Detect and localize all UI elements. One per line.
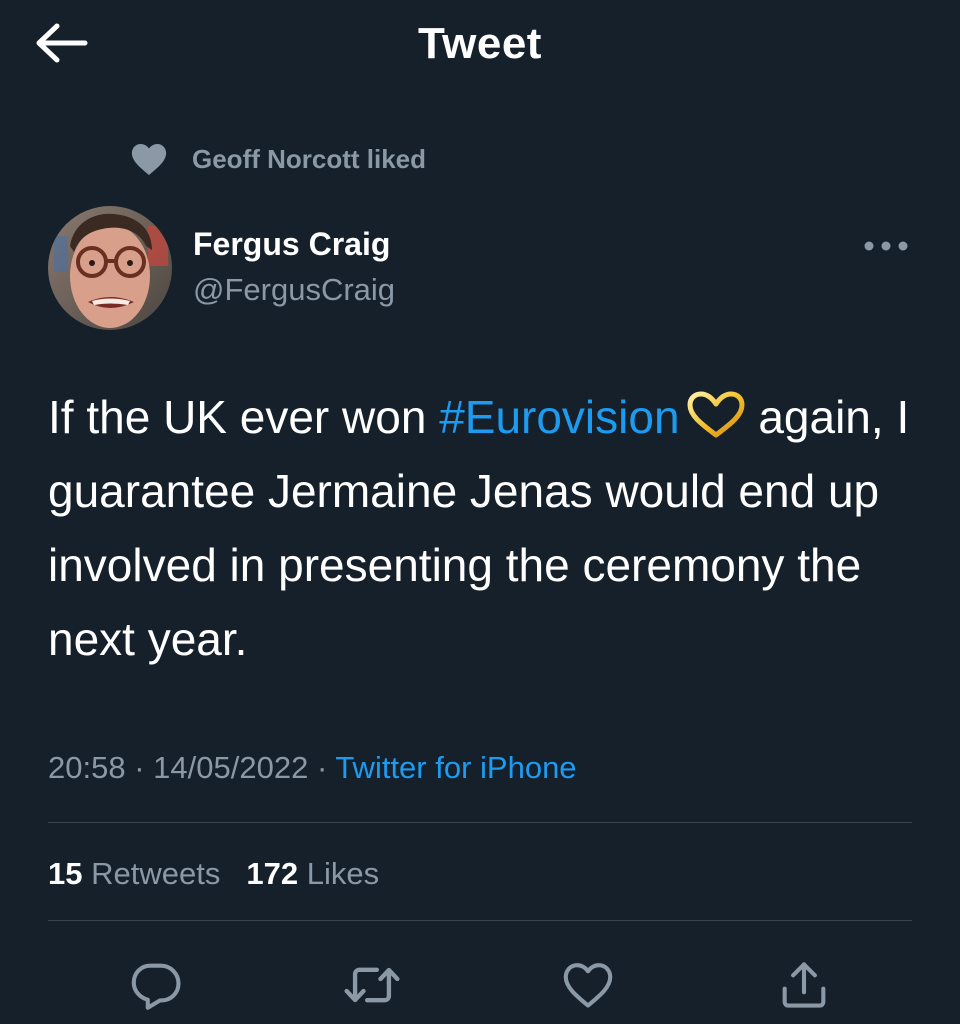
tweet-meta: 20:58 · 14/05/2022 · Twitter for iPhone	[48, 748, 577, 788]
hashtag-link[interactable]: #Eurovision	[439, 391, 679, 443]
tweet-date: 14/05/2022	[153, 750, 309, 785]
meta-separator: ·	[134, 750, 145, 785]
meta-separator: ·	[316, 750, 328, 785]
retweets-count: 15	[48, 856, 83, 891]
retweets-label: Retweets	[91, 856, 221, 891]
reply-button[interactable]	[121, 950, 191, 1020]
tweet-source-link[interactable]: Twitter for iPhone	[335, 750, 576, 785]
retweets-stat[interactable]: 15 Retweets	[48, 856, 220, 891]
share-button[interactable]	[769, 950, 839, 1020]
likes-stat[interactable]: 172 Likes	[246, 856, 379, 891]
reply-icon	[131, 963, 181, 1010]
likes-count: 172	[246, 856, 299, 891]
social-context: Geoff Norcott liked	[128, 138, 426, 180]
tweet-text-start: If the UK ever won	[48, 391, 440, 443]
likes-label: Likes	[306, 856, 380, 891]
like-button[interactable]	[553, 950, 623, 1020]
author-name[interactable]: Fergus Craig	[193, 224, 390, 264]
more-horizontal-icon	[864, 241, 908, 251]
tweet-text: If the UK ever won #Eurovision again, I …	[48, 380, 928, 676]
tweet-stats: 15 Retweets 172 Likes	[48, 854, 379, 894]
heart-filled-icon	[131, 143, 167, 176]
like-icon	[563, 963, 613, 1008]
gold-heart-emoji	[686, 386, 746, 438]
liked-by-text: Geoff Norcott liked	[192, 143, 427, 174]
divider	[48, 822, 912, 823]
more-options-button[interactable]	[858, 228, 914, 264]
avatar-image	[48, 206, 172, 330]
page-title: Tweet	[418, 19, 542, 68]
retweet-icon	[344, 967, 400, 1003]
avatar[interactable]	[48, 206, 172, 330]
divider	[48, 920, 912, 921]
author-handle[interactable]: @FergusCraig	[193, 270, 395, 310]
retweet-button[interactable]	[337, 950, 407, 1020]
share-icon	[782, 962, 826, 1008]
tweet-time: 20:58	[48, 750, 126, 785]
